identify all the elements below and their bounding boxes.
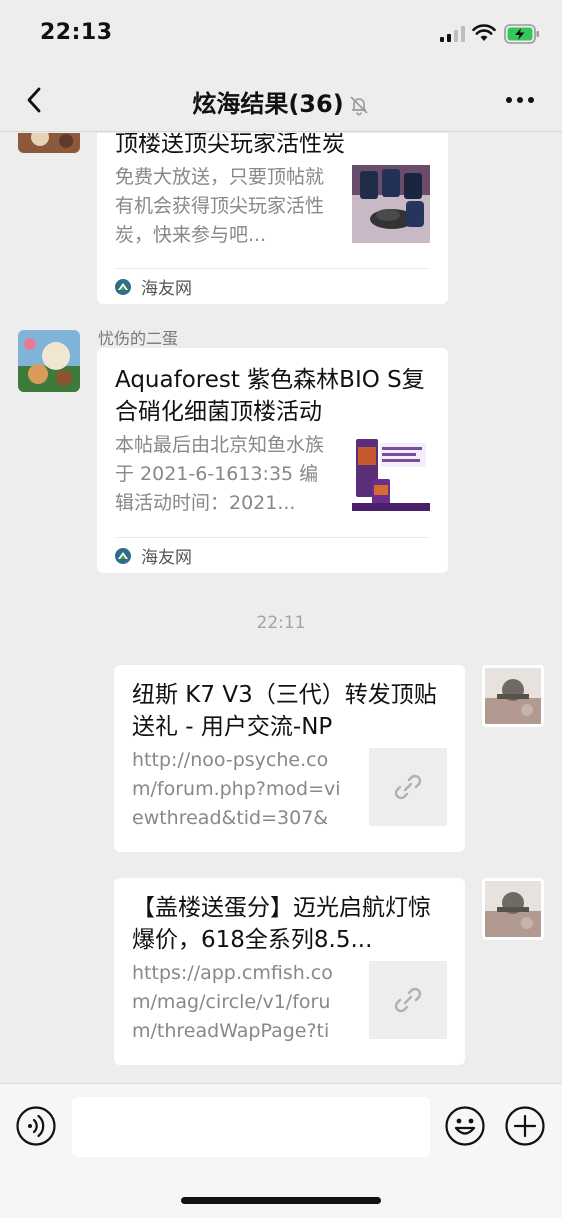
home-indicator[interactable] (181, 1197, 381, 1204)
bell-slash-icon (350, 96, 368, 116)
signal-icon (440, 26, 465, 42)
card-description: 本帖最后由北京知鱼水族于 2021-6-1613:35 编辑活动时间：2021.… (115, 434, 325, 514)
card-description: https://app.cmfish.com/mag/circle/v1/for… (132, 962, 333, 1042)
card-source: 海友网 (141, 548, 192, 568)
card-footer: 海友网 (115, 268, 430, 304)
link-thumbnail (369, 961, 447, 1039)
avatar[interactable] (18, 330, 80, 392)
haiyou-logo-icon (115, 548, 131, 564)
chat-title-text: 炫海结果(36) (192, 90, 344, 118)
link-card[interactable]: 【盖楼送蛋分】迈光启航灯惊爆价，618全系列8.5... https://app… (114, 878, 465, 1065)
link-thumbnail (369, 748, 447, 826)
link-card[interactable]: 顶楼送顶尖玩家活性炭 免费大放送，只要顶帖就有机会获得顶尖玩家活性炭，快来参与吧… (97, 133, 448, 304)
emoji-icon[interactable] (445, 1106, 485, 1146)
card-thumbnail (352, 165, 430, 243)
message-timestamp: 22:11 (256, 613, 306, 633)
card-title: 顶楼送顶尖玩家活性炭 (115, 133, 345, 157)
card-title: 【盖楼送蛋分】迈光启航灯惊爆价，618全系列8.5... (132, 895, 431, 953)
haiyou-logo-icon (115, 279, 131, 295)
message-list[interactable]: 顶楼送顶尖玩家活性炭 免费大放送，只要顶帖就有机会获得顶尖玩家活性炭，快来参与吧… (0, 133, 562, 1083)
link-card[interactable]: Aquaforest 紫色森林BIO S复合硝化细菌顶楼活动 本帖最后由北京知鱼… (97, 348, 448, 573)
voice-icon[interactable] (16, 1106, 56, 1146)
plus-icon[interactable] (505, 1106, 545, 1146)
avatar[interactable] (482, 878, 544, 940)
card-footer: 海友网 (115, 537, 430, 573)
battery-charging-icon (504, 24, 539, 44)
message-input[interactable] (72, 1097, 430, 1157)
card-title: 纽斯 K7 V3（三代）转发顶贴送礼 - 用户交流-NP (132, 682, 437, 740)
link-card[interactable]: 纽斯 K7 V3（三代）转发顶贴送礼 - 用户交流-NP http://noo-… (114, 665, 465, 852)
card-description: 免费大放送，只要顶帖就有机会获得顶尖玩家活性炭，快来参与吧... (115, 166, 325, 246)
more-dots-icon[interactable] (505, 95, 535, 105)
avatar[interactable] (18, 133, 80, 153)
card-thumbnail (352, 433, 430, 511)
card-description: http://noo-psyche.com/forum.php?mod=view… (132, 749, 341, 829)
card-source: 海友网 (141, 279, 192, 299)
chat-title: 炫海结果(36) (0, 84, 562, 119)
card-title: Aquaforest 紫色森林BIO S复合硝化细菌顶楼活动 (115, 367, 425, 425)
link-icon (394, 987, 422, 1013)
avatar[interactable] (482, 665, 544, 727)
status-bar: 22:13 (0, 0, 562, 68)
status-time: 22:13 (40, 20, 113, 45)
chat-header: 炫海结果(36) (0, 68, 562, 132)
link-icon (394, 774, 422, 800)
wifi-icon (472, 24, 496, 41)
sender-name: 忧伤的二蛋 (98, 329, 179, 348)
